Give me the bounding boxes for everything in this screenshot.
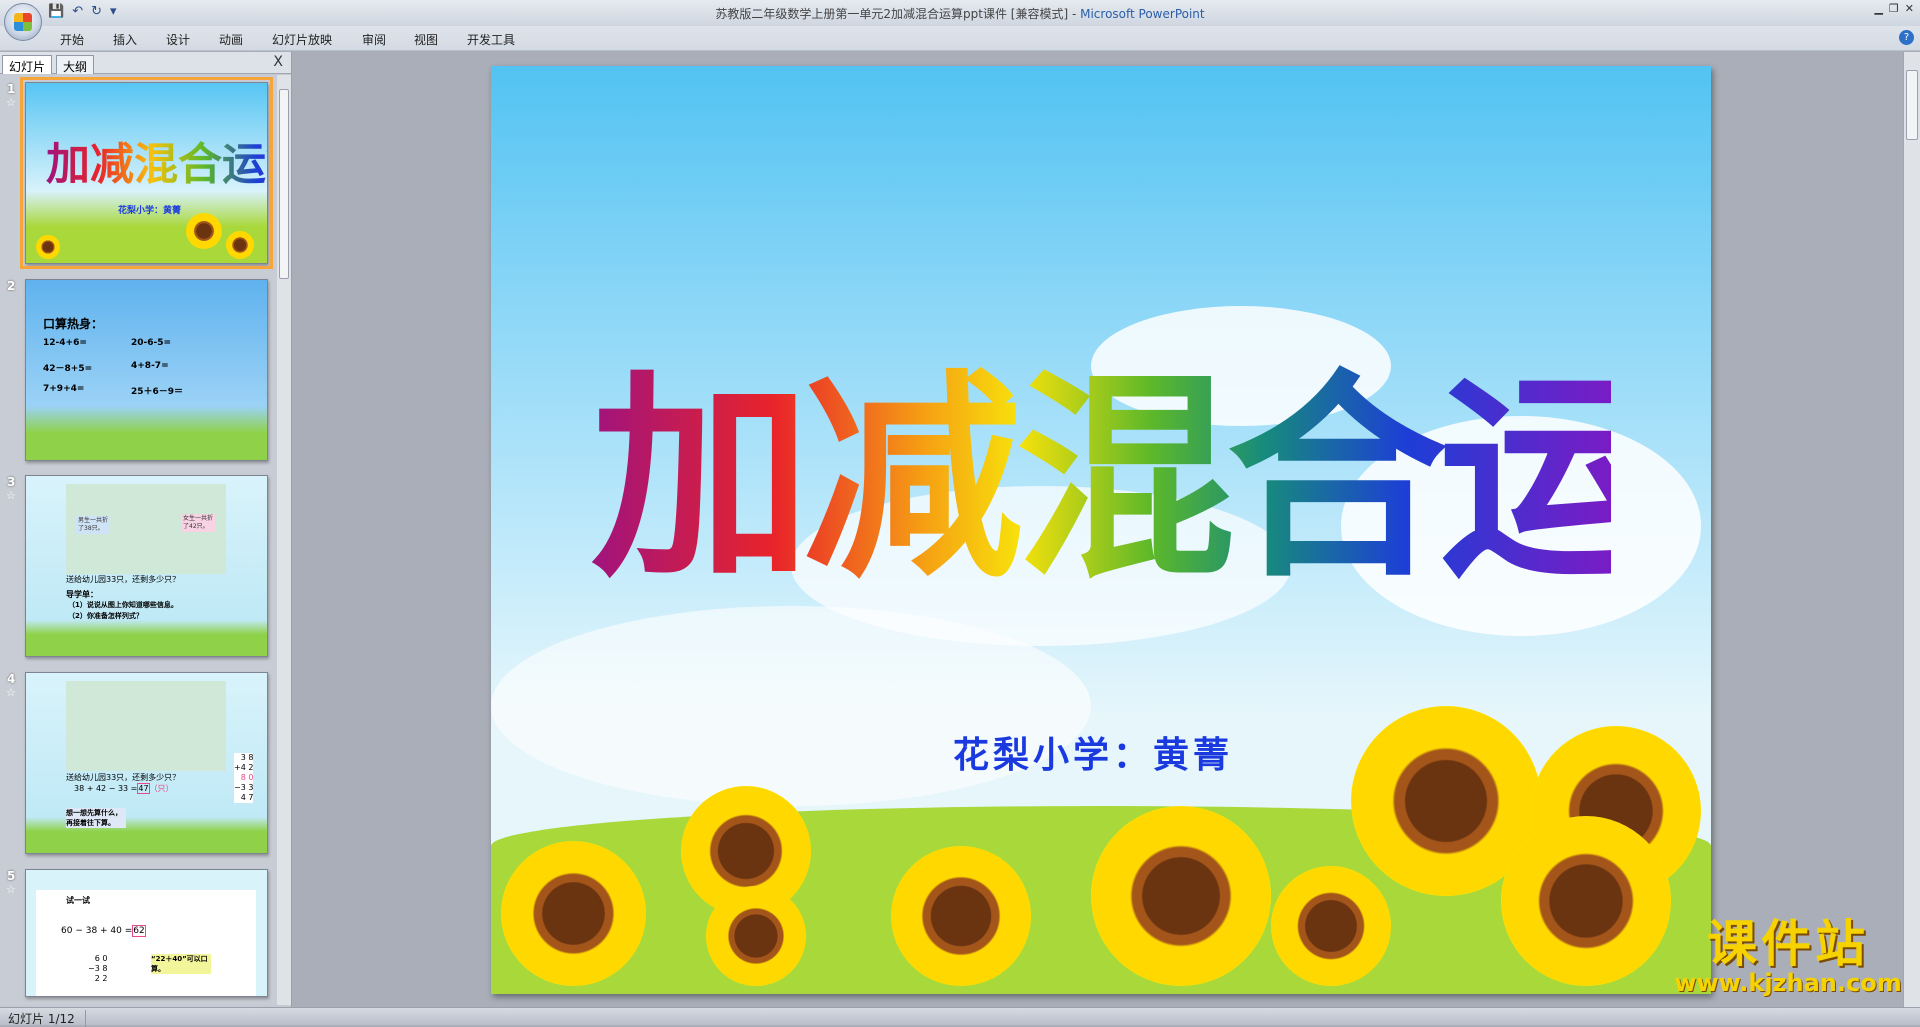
thumb-line: 25＋6－9＝: [131, 387, 184, 397]
thumb-line: 7+9+4=: [43, 384, 85, 394]
sunflower-image: [186, 213, 222, 249]
thumb-hint: “22＋40”可以口算。: [151, 954, 211, 974]
sunflower-image: [1271, 866, 1391, 986]
thumbnail-list: 1 ☆ 加减混合运算 花梨小学：黄菁 2 口算热身： 12-4+6= 20-6-…: [0, 75, 277, 1005]
restore-icon[interactable]: ❐: [1889, 2, 1899, 15]
office-logo-icon: [14, 13, 32, 31]
thumbnail-scrollbar[interactable]: [277, 75, 291, 1005]
tab-outline[interactable]: 大纲: [56, 55, 95, 74]
sunflower-image: [501, 841, 646, 986]
close-icon[interactable]: ✕: [1905, 2, 1914, 15]
thumb-guide: 导学单：: [66, 590, 98, 599]
watermark-name: 课件站: [1707, 915, 1869, 973]
classroom-image: [66, 681, 226, 771]
boy-speech-bubble: 男生一共折了38只。: [76, 516, 110, 534]
slides-pane: 幻灯片 大纲 X 1 ☆ 加减混合运算 花梨小学：黄菁 2 口算热身： 12-4…: [0, 52, 292, 1007]
thumb-answer: 47: [137, 783, 150, 794]
slide-canvas[interactable]: 加减混合运算 花梨小学：黄菁: [491, 66, 1711, 994]
thumb-line: 12-4+6=: [43, 338, 87, 348]
tab-slides[interactable]: 幻灯片: [2, 55, 53, 74]
sunflower-image: [706, 886, 806, 986]
title-separator: -: [1068, 7, 1081, 21]
vertical-line: −3 3: [234, 783, 254, 792]
tab-home[interactable]: 开始: [60, 31, 84, 48]
thumb-line: 42－8+5=: [43, 364, 93, 374]
animation-star-icon: ☆: [6, 489, 16, 502]
sunflower-image: [226, 231, 254, 259]
thumb-equation: 60 − 38 + 40 =: [61, 926, 133, 936]
thumb-answer: 62: [132, 925, 146, 937]
thumb-question: 送给幼儿园33只，还剩多少只？: [66, 575, 181, 584]
window-title: 苏教版二年级数学上册第一单元2加减混合运算ppt课件 [兼容模式] - Micr…: [0, 5, 1920, 22]
thumb-hint: 想一想先算什么，再接着往下算。: [66, 808, 126, 828]
slide-number: 1: [7, 82, 16, 96]
sunflower-image: [1091, 806, 1271, 986]
watermark-url: www.kjzhan.com: [1674, 969, 1902, 997]
tab-developer[interactable]: 开发工具: [467, 31, 515, 48]
slide-counter: 幻灯片 1/12: [8, 1010, 86, 1027]
status-bar: 幻灯片 1/12: [0, 1007, 1920, 1027]
slide-title[interactable]: 加减混合运算: [591, 301, 1711, 619]
animation-star-icon: ☆: [6, 686, 16, 699]
thumb-guide-item: （1）说说从图上你知道哪些信息。: [68, 601, 178, 609]
thumb-label: 试一试: [66, 896, 90, 905]
scrollbar-thumb[interactable]: [279, 89, 289, 279]
slide-number: 5: [7, 869, 16, 883]
pane-tabs: 幻灯片 大纲 X: [0, 52, 291, 74]
help-icon[interactable]: ?: [1899, 30, 1914, 45]
sunflower-image: [36, 235, 60, 259]
slide-thumbnail-2[interactable]: 口算热身： 12-4+6= 20-6-5= 42－8+5= 4+8-7= 7+9…: [25, 279, 268, 461]
slide-thumbnail-1[interactable]: 加减混合运算 花梨小学：黄菁: [20, 77, 273, 269]
tab-animations[interactable]: 动画: [219, 31, 243, 48]
slide-subtitle[interactable]: 花梨小学：黄菁: [953, 726, 1233, 778]
vertical-line: 4 7: [240, 793, 254, 802]
vertical-line: +4 2: [234, 763, 254, 772]
vertical-line: 2 2: [94, 974, 108, 983]
slide-number: 4: [7, 672, 16, 686]
thumb-subtitle: 花梨小学：黄菁: [118, 206, 182, 216]
vertical-line: −3 8: [88, 964, 108, 973]
vertical-line: 3 8: [240, 753, 254, 762]
editor-scrollbar[interactable]: [1903, 52, 1920, 1007]
minimize-icon[interactable]: ▁: [1874, 2, 1882, 15]
title-bar: 💾 ↶ ↻ ▾ 苏教版二年级数学上册第一单元2加减混合运算ppt课件 [兼容模式…: [0, 0, 1920, 26]
sunflower-image: [1501, 816, 1671, 986]
thumb-guide-item: （2）你准备怎样列式？: [68, 612, 143, 620]
thumb-title: 加减混合运算: [46, 128, 267, 192]
tab-review[interactable]: 审阅: [362, 31, 386, 48]
vertical-line: 6 0: [94, 954, 108, 963]
tab-slideshow[interactable]: 幻灯片放映: [272, 31, 332, 48]
thumb-unit: （只）: [149, 784, 174, 793]
slide-number: 3: [7, 475, 16, 489]
girl-speech-bubble: 女生一共折了42只。: [181, 514, 215, 532]
document-title: 苏教版二年级数学上册第一单元2加减混合运算ppt课件 [兼容模式]: [715, 7, 1069, 21]
window-controls: ▁ ❐ ✕: [1874, 2, 1914, 15]
app-name: Microsoft PowerPoint: [1080, 7, 1205, 21]
slide-thumbnail-4[interactable]: 送给幼儿园33只，还剩多少只？ 38 + 42 − 33 =47（只） 想一想先…: [25, 672, 268, 854]
office-button[interactable]: [4, 3, 42, 41]
slide-thumbnail-5[interactable]: 试一试 60 − 38 + 40 =62 6 0 −3 82 2 “22＋40”可…: [25, 869, 268, 997]
vertical-line: 8 0: [240, 773, 254, 782]
animation-star-icon: ☆: [6, 883, 16, 896]
thumb-heading: 口算热身：: [43, 317, 104, 331]
thumb-equation: 38 + 42 − 33 =: [74, 784, 138, 793]
ribbon-tabs: 开始 插入 设计 动画 幻灯片放映 审阅 视图 开发工具 ?: [0, 26, 1920, 51]
slide-number: 2: [7, 279, 16, 293]
sunflower-image: [891, 846, 1031, 986]
scrollbar-thumb[interactable]: [1906, 70, 1918, 140]
tab-view[interactable]: 视图: [414, 31, 438, 48]
animation-star-icon: ☆: [6, 96, 16, 109]
thumb-line: 4+8-7=: [131, 361, 169, 371]
close-pane-icon[interactable]: X: [273, 54, 283, 70]
tab-insert[interactable]: 插入: [113, 31, 137, 48]
tab-design[interactable]: 设计: [166, 31, 190, 48]
watermark-logo: 课件站 www.kjzhan.com: [1670, 918, 1906, 996]
thumb-line: 20-6-5=: [131, 338, 172, 348]
slide-thumbnail-3[interactable]: 男生一共折了38只。 女生一共折了42只。 送给幼儿园33只，还剩多少只？ 导学…: [25, 475, 268, 657]
thumb-question: 送给幼儿园33只，还剩多少只？: [66, 773, 181, 782]
